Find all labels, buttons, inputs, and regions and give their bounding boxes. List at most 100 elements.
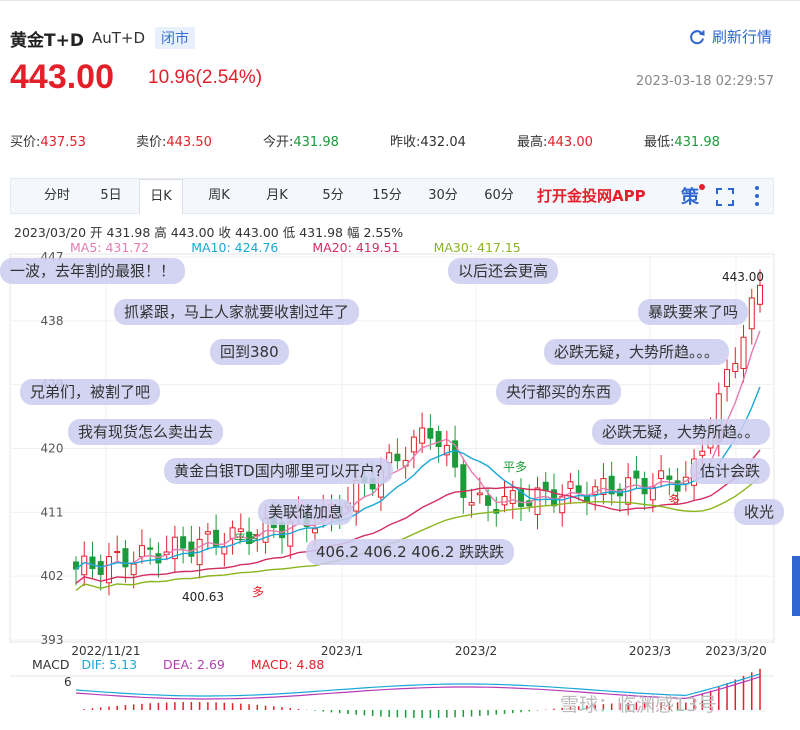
candle-body	[419, 427, 426, 444]
x-tick-label: 2022/11/21	[71, 644, 140, 658]
quote-label: 最高:	[517, 135, 548, 150]
candle-info-bar: 2023/03/20 开 431.98 高 443.00 收 443.00 低 …	[14, 222, 403, 241]
quote-value: 443.00	[547, 135, 593, 150]
side-scroll-handle[interactable]	[792, 556, 800, 616]
period-tab[interactable]: 周K	[195, 179, 243, 213]
danmaku-bubble: 央行都买的东西	[496, 379, 622, 405]
quote-value: 431.98	[674, 135, 720, 150]
candle-body	[89, 556, 96, 570]
period-tab[interactable]: 5日	[91, 179, 131, 213]
x-tick-label: 2023/3/20	[705, 644, 767, 658]
candle-body	[633, 470, 640, 479]
period-tab-bar: 分时 5日 日K 周K 月K 5分 15分 30分 60分 打开金投网APP 策	[10, 178, 774, 214]
quote-label: 最低:	[644, 135, 675, 150]
danmaku-bubble: 暴跌要来了吗	[638, 299, 749, 325]
market-status-badge: 闭市	[155, 27, 196, 49]
candle-body	[81, 555, 88, 576]
quote-label: 卖价:	[136, 135, 167, 150]
danmaku-bubble: 收光	[734, 499, 785, 525]
title-row: 黄金T+D AuT+D 闭市	[10, 24, 196, 52]
x-tick-label: 2023/3	[629, 644, 671, 658]
y-tick-label: 420	[41, 442, 64, 456]
candle-body	[180, 536, 187, 549]
danmaku-bubble: 美联储加息	[258, 499, 354, 525]
danmaku-bubble: 一波，去年割的最狠！！	[0, 258, 186, 284]
candle-body	[468, 502, 475, 506]
candle-body	[666, 475, 673, 480]
period-tab[interactable]: 15分	[363, 179, 411, 213]
quote-item: 今开:431.98	[263, 131, 339, 150]
watermark: 雪球：临渊感13号	[560, 694, 718, 716]
open-value: 431.98	[106, 225, 151, 240]
quote-item: 最高:443.00	[517, 131, 593, 150]
candle-body	[353, 479, 360, 512]
candle-body	[460, 464, 467, 498]
candle-body	[138, 545, 145, 557]
low-label: 低	[282, 225, 296, 240]
candle-body	[748, 297, 755, 330]
high-value: 443.00	[170, 225, 215, 240]
more-vertical-icon[interactable]	[753, 185, 761, 207]
period-tab[interactable]: 5分	[311, 179, 355, 213]
open-app-link[interactable]: 打开金投网APP	[537, 179, 646, 213]
candle-body	[435, 431, 442, 448]
refresh-quote-button[interactable]: 刷新行情	[688, 26, 772, 47]
ma30-line	[75, 476, 761, 591]
quote-item: 昨收:432.04	[390, 131, 466, 150]
instrument-code: AuT+D	[91, 29, 146, 47]
amplitude-value: 2.55%	[363, 225, 404, 240]
candle-body	[501, 495, 508, 506]
chart-annotation: 400.63	[182, 590, 224, 604]
candle-date: 2023/03/20	[14, 225, 87, 240]
chart-annotation: 多	[252, 585, 264, 599]
candle-body	[311, 528, 318, 534]
period-tab[interactable]: 30分	[419, 179, 467, 213]
candle-body	[427, 428, 434, 439]
candle-body	[658, 470, 665, 480]
danmaku-bubble: 我有现货怎么卖出去	[68, 419, 224, 445]
macd-dea: DEA: 2.69	[163, 657, 225, 672]
candle-body	[724, 369, 731, 387]
quote-label: 买价:	[10, 135, 41, 150]
top-divider	[0, 0, 800, 9]
ma5-line	[75, 330, 761, 570]
instrument-name: 黄金T+D	[10, 30, 84, 51]
chart-annotation: 平多	[503, 460, 527, 474]
quote-item: 买价:437.53	[10, 131, 86, 150]
macd-legend: MACD DIF: 5.13 DEA: 2.69 MACD: 4.88	[32, 657, 324, 672]
candle-body	[740, 336, 747, 370]
strategy-icon[interactable]: 策	[681, 183, 699, 209]
candle-body	[114, 550, 121, 554]
danmaku-bubble: 抓紧跟，马上人家就要收割过年了	[114, 299, 360, 325]
danmaku-bubble: 必跌无疑，大势所趋。。	[592, 419, 770, 445]
quote-value: 443.50	[166, 135, 212, 150]
candle-body	[410, 436, 417, 453]
quote-value: 431.98	[293, 135, 339, 150]
candle-body	[575, 485, 582, 493]
candle-body	[485, 495, 492, 506]
candle-body	[476, 492, 483, 496]
chart-annotation: 443.00	[722, 270, 764, 284]
price-change: 10.96(2.54%)	[148, 67, 263, 88]
candle-body	[534, 487, 541, 515]
candle-body	[641, 478, 648, 495]
high-label: 高	[154, 225, 167, 240]
y-tick-label: 402	[41, 569, 64, 583]
quote-value: 432.04	[420, 135, 466, 150]
fullscreen-icon[interactable]	[715, 187, 735, 207]
refresh-icon	[690, 29, 705, 44]
candle-body	[674, 480, 681, 492]
period-tab[interactable]: 分时	[33, 179, 81, 213]
low-value: 431.98	[299, 225, 343, 240]
danmaku-bubble: 估计会跌	[690, 458, 771, 484]
candle-body	[204, 531, 211, 535]
period-tab[interactable]: 60分	[474, 179, 524, 213]
macd-dif: DIF: 5.13	[81, 657, 138, 672]
chart-annotation: 多	[668, 493, 680, 507]
macd-value: MACD: 4.88	[250, 657, 325, 672]
refresh-label: 刷新行情	[711, 28, 772, 46]
x-tick-label: 2023/1	[321, 644, 363, 658]
period-tab[interactable]: 月K	[253, 179, 301, 213]
period-tab[interactable]: 日K	[139, 179, 183, 214]
danmaku-bubble: 必跌无疑，大势所趋。。。	[544, 339, 730, 365]
